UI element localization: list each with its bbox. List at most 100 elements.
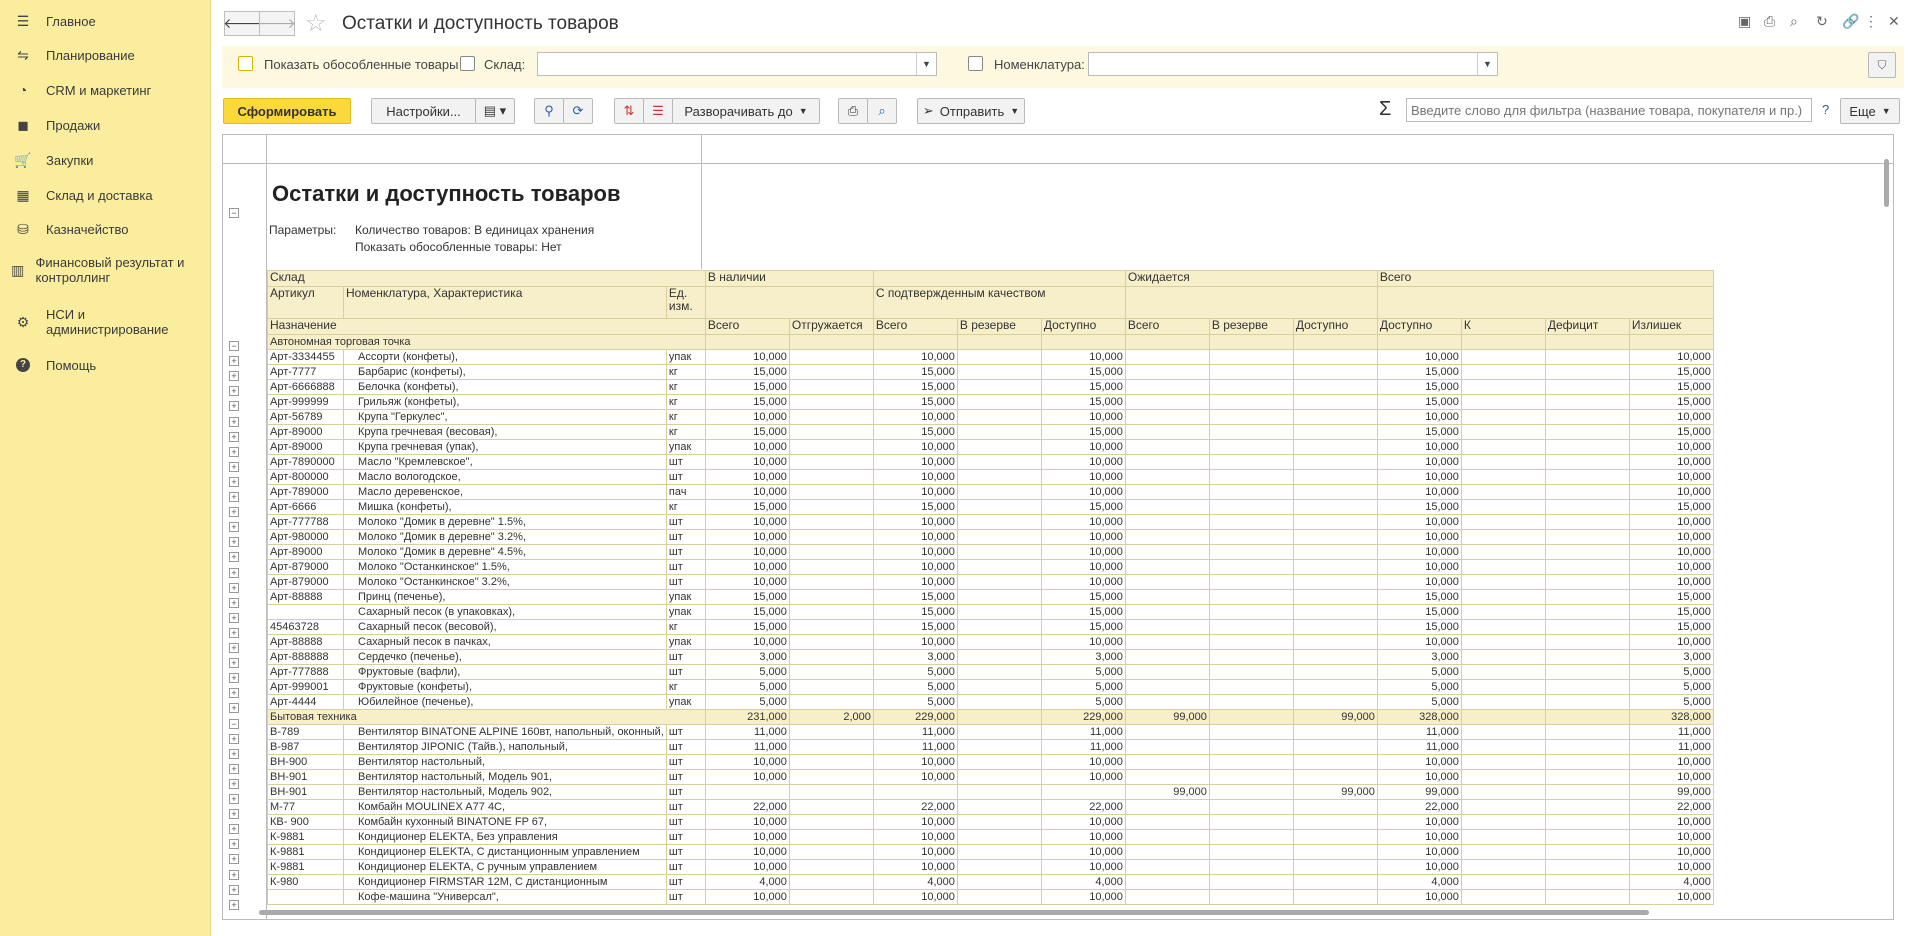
- table-row[interactable]: Кофе-машина "Универсал", шт 10,000 10,000 10…: [267, 889, 1714, 905]
- row-expand-toggle[interactable]: +: [229, 643, 239, 653]
- sidebar-item-9[interactable]: ? Помощь: [0, 352, 211, 378]
- more-button[interactable]: Еще ▼: [1840, 98, 1900, 124]
- row-expand-toggle[interactable]: +: [229, 764, 239, 774]
- settings-button[interactable]: Настройки...: [371, 98, 476, 124]
- row-expand-toggle[interactable]: +: [229, 552, 239, 562]
- group-collapse-toggle[interactable]: −: [229, 341, 239, 351]
- row-expand-toggle[interactable]: +: [229, 598, 239, 608]
- table-row[interactable]: В-789 Вентилятор BINATONE ALPINE 160вт, н…: [267, 724, 1714, 740]
- row-expand-toggle[interactable]: +: [229, 779, 239, 789]
- row-expand-toggle[interactable]: +: [229, 900, 239, 910]
- table-row[interactable]: Арт-6666888 Белочка (конфеты), кг 15,000 15,…: [267, 379, 1714, 395]
- row-expand-toggle[interactable]: +: [229, 885, 239, 895]
- table-row[interactable]: К-9881 Кондиционер ELEKTA, С ручным управ…: [267, 859, 1714, 875]
- table-row[interactable]: К-9881 Кондиционер ELEKTA, Без управления…: [267, 829, 1714, 845]
- close-icon[interactable]: ✕: [1888, 13, 1900, 30]
- variants-button[interactable]: ▤ ▾: [475, 98, 515, 124]
- chevron-down-icon[interactable]: ▼: [916, 53, 936, 75]
- row-expand-toggle[interactable]: +: [229, 583, 239, 593]
- horizontal-scrollbar[interactable]: [259, 907, 1891, 917]
- table-row[interactable]: 45463728 Сахарный песок (весовой), кг 15,00…: [267, 619, 1714, 635]
- sort-button[interactable]: ⇅: [614, 98, 644, 124]
- table-row[interactable]: Арт-888888 Сердечко (печенье), шт 3,000 3,00…: [267, 649, 1714, 665]
- vertical-scrollbar[interactable]: [1881, 141, 1891, 911]
- row-expand-toggle[interactable]: +: [229, 703, 239, 713]
- table-row[interactable]: Арт-3334455 Ассорти (конфеты), упак 10,000 1…: [267, 349, 1714, 365]
- send-button[interactable]: ➢ Отправить ▼: [917, 98, 1025, 124]
- row-expand-toggle[interactable]: +: [229, 809, 239, 819]
- row-expand-toggle[interactable]: +: [229, 854, 239, 864]
- preview-button[interactable]: ⌕: [867, 98, 897, 124]
- row-expand-toggle[interactable]: +: [229, 568, 239, 578]
- sidebar-item-7[interactable]: ▥ Финансовый результат и контроллинг: [0, 250, 211, 290]
- report-spreadsheet[interactable]: − Остатки и доступность товаров Параметр…: [222, 134, 1894, 920]
- table-row[interactable]: Арт-4444 Юбилейное (печенье), упак 5,000 5,0…: [267, 694, 1714, 710]
- table-row[interactable]: Арт-6666 Мишка (конфеты), кг 15,000 15,000 15…: [267, 499, 1714, 515]
- find-next-button[interactable]: ⟳: [563, 98, 593, 124]
- group-collapse-toggle[interactable]: −: [229, 719, 239, 729]
- group-row[interactable]: Бытовая техника 231,000 2,000 229,000 229,00…: [267, 709, 1714, 725]
- row-expand-toggle[interactable]: +: [229, 371, 239, 381]
- table-row[interactable]: Арт-7890000 Масло "Кремлевское", шт 10,000 1…: [267, 454, 1714, 470]
- generate-button[interactable]: Сформировать: [223, 98, 351, 124]
- table-row[interactable]: Арт-89000 Крупа гречневая (весовая), кг 15,…: [267, 424, 1714, 440]
- table-row[interactable]: Арт-88888 Принц (печенье), упак 15,000 15,00…: [267, 589, 1714, 605]
- horizontal-scroll-thumb[interactable]: [259, 910, 1649, 915]
- row-expand-toggle[interactable]: +: [229, 492, 239, 502]
- sidebar-item-0[interactable]: ☰ Главное: [0, 8, 211, 34]
- table-row[interactable]: Арт-7777 Барбарис (конфеты), кг 15,000 15,00…: [267, 364, 1714, 380]
- nomenclature-checkbox[interactable]: [968, 56, 983, 71]
- forward-button[interactable]: 🡒: [258, 11, 296, 36]
- more-vertical-icon[interactable]: ⋮: [1864, 13, 1878, 30]
- table-row[interactable]: Арт-88888 Сахарный песок в пачках, упак 10,…: [267, 634, 1714, 650]
- favorite-star-icon[interactable]: ☆: [305, 9, 327, 38]
- back-button[interactable]: 🡐: [223, 11, 261, 36]
- expand-to-button[interactable]: Разворачивать до ▼: [672, 98, 820, 124]
- sidebar-item-2[interactable]: ◔ CRM и маркетинг: [0, 77, 211, 103]
- row-expand-toggle[interactable]: +: [229, 356, 239, 366]
- row-expand-toggle[interactable]: +: [229, 794, 239, 804]
- row-expand-toggle[interactable]: +: [229, 870, 239, 880]
- row-expand-toggle[interactable]: +: [229, 522, 239, 532]
- collapse-header-toggle[interactable]: −: [229, 208, 239, 218]
- chevron-down-icon[interactable]: ▼: [1477, 53, 1497, 75]
- sidebar-item-5[interactable]: ▦ Склад и доставка: [0, 182, 211, 208]
- row-expand-toggle[interactable]: +: [229, 734, 239, 744]
- table-row[interactable]: Арт-879000 Молоко "Останкинское" 3.2%, шт 1…: [267, 574, 1714, 590]
- warehouse-field[interactable]: ▼: [537, 52, 937, 76]
- sum-icon[interactable]: Σ: [1379, 98, 1391, 121]
- table-row[interactable]: Арт-777788 Молоко "Домик в деревне" 1.5%,…: [267, 514, 1714, 530]
- row-expand-toggle[interactable]: +: [229, 628, 239, 638]
- print-button[interactable]: ⎙: [838, 98, 868, 124]
- row-expand-toggle[interactable]: +: [229, 432, 239, 442]
- table-row[interactable]: Арт-879000 Молоко "Останкинское" 1.5%, шт 1…: [267, 559, 1714, 575]
- table-row[interactable]: ВН-901 Вентилятор настольный, Модель 902,…: [267, 784, 1714, 800]
- filter-button[interactable]: ⛉: [1868, 52, 1896, 78]
- table-row[interactable]: Арт-89000 Молоко "Домик в деревне" 4.5%, ш…: [267, 544, 1714, 560]
- row-expand-toggle[interactable]: +: [229, 673, 239, 683]
- table-row[interactable]: Арт-999001 Фруктовые (конфеты), кг 5,000 5,0…: [267, 679, 1714, 695]
- warehouse-checkbox[interactable]: [460, 56, 475, 71]
- vertical-scroll-thumb[interactable]: [1884, 159, 1889, 207]
- row-expand-toggle[interactable]: +: [229, 507, 239, 517]
- row-expand-toggle[interactable]: +: [229, 447, 239, 457]
- table-row[interactable]: Арт-89000 Крупа гречневая (упак), упак 10,0…: [267, 439, 1714, 455]
- table-row[interactable]: К-9881 Кондиционер ELEKTA, С дистанционны…: [267, 844, 1714, 860]
- row-expand-toggle[interactable]: +: [229, 839, 239, 849]
- save-icon[interactable]: ▣: [1738, 13, 1751, 30]
- sidebar-item-1[interactable]: ⇋ Планирование: [0, 42, 211, 68]
- table-row[interactable]: КВ- 900 Комбайн кухонный BINATONE FP 67, ш…: [267, 814, 1714, 830]
- find-button[interactable]: ⚲: [534, 98, 564, 124]
- row-expand-toggle[interactable]: +: [229, 613, 239, 623]
- preview-icon[interactable]: ⌕: [1790, 13, 1798, 30]
- row-expand-toggle[interactable]: +: [229, 749, 239, 759]
- sidebar-item-6[interactable]: ⛁ Казначейство: [0, 216, 211, 242]
- row-expand-toggle[interactable]: +: [229, 386, 239, 396]
- table-row[interactable]: Арт-777888 Фруктовые (вафли), шт 5,000 5,000…: [267, 664, 1714, 680]
- row-expand-toggle[interactable]: +: [229, 688, 239, 698]
- group-row[interactable]: Автономная торговая точка: [267, 334, 1714, 350]
- row-expand-toggle[interactable]: +: [229, 401, 239, 411]
- nomenclature-field[interactable]: ▼: [1088, 52, 1498, 76]
- table-row[interactable]: ВН-900 Вентилятор настольный, шт 10,000 10,0…: [267, 754, 1714, 770]
- sidebar-item-8[interactable]: ⚙ НСИ и администрирование: [0, 302, 211, 342]
